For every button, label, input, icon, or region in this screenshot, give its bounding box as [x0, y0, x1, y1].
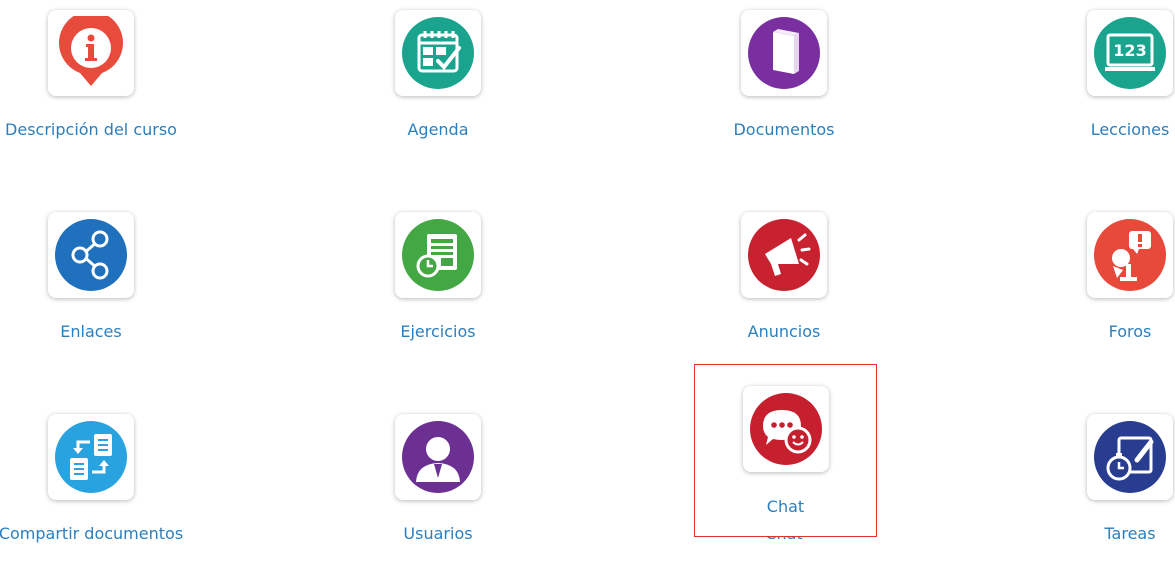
tool-tile[interactable]	[48, 10, 134, 96]
book-icon	[748, 17, 820, 89]
tool-anuncios[interactable]: Anuncios	[674, 212, 894, 362]
tool-agenda[interactable]: Agenda	[328, 10, 548, 160]
svg-text:123: 123	[1113, 41, 1146, 60]
tool-lecciones[interactable]: 123 Lecciones	[1020, 10, 1175, 160]
lesson-screen-icon: 123	[1094, 17, 1166, 89]
tool-tile[interactable]	[395, 212, 481, 298]
tool-label[interactable]: Foros	[1020, 322, 1175, 342]
tool-usuarios[interactable]: Usuarios	[328, 414, 548, 564]
chat-icon	[749, 393, 822, 465]
tool-tile[interactable]: 123	[1087, 10, 1173, 96]
tool-tile[interactable]	[395, 414, 481, 500]
info-icon	[59, 16, 123, 86]
tool-ejercicios[interactable]: Ejercicios	[328, 212, 548, 362]
tool-label[interactable]: Compartir documentos	[0, 524, 201, 544]
tool-tile[interactable]	[395, 10, 481, 96]
tool-foros[interactable]: Foros	[1020, 212, 1175, 362]
tool-chat-highlighted[interactable]: Chat	[694, 364, 877, 537]
tool-tile[interactable]	[1087, 212, 1173, 298]
user-icon	[402, 421, 474, 493]
tool-label[interactable]: Chat	[695, 497, 876, 517]
tool-label[interactable]: Agenda	[328, 120, 548, 140]
megaphone-icon	[748, 219, 820, 291]
tool-descripcion-del-curso[interactable]: Descripción del curso	[0, 10, 201, 160]
tool-label[interactable]: Documentos	[674, 120, 894, 140]
tool-documentos[interactable]: Documentos	[674, 10, 894, 160]
tool-tile[interactable]	[48, 212, 134, 298]
tool-label[interactable]: Enlaces	[0, 322, 201, 342]
tool-compartir-documentos[interactable]: Compartir documentos	[0, 414, 201, 564]
tool-tile[interactable]	[1087, 414, 1173, 500]
tool-label[interactable]: Usuarios	[328, 524, 548, 544]
tool-tile[interactable]	[48, 414, 134, 500]
tool-label[interactable]: Ejercicios	[328, 322, 548, 342]
tool-tile[interactable]	[741, 10, 827, 96]
forum-icon	[1094, 219, 1166, 291]
exercise-icon	[402, 219, 474, 291]
tool-label[interactable]: Tareas	[1020, 524, 1175, 544]
share-documents-icon	[55, 421, 127, 493]
calendar-icon	[402, 17, 474, 89]
tool-label[interactable]: Lecciones	[1020, 120, 1175, 140]
tool-tile[interactable]	[742, 386, 829, 472]
tool-enlaces[interactable]: Enlaces	[0, 212, 201, 362]
share-icon	[55, 219, 127, 291]
tool-label[interactable]: Anuncios	[674, 322, 894, 342]
tool-label[interactable]: Descripción del curso	[0, 120, 201, 140]
tool-tile[interactable]	[741, 212, 827, 298]
tool-tareas[interactable]: Tareas	[1020, 414, 1175, 564]
tasks-icon	[1094, 421, 1166, 493]
